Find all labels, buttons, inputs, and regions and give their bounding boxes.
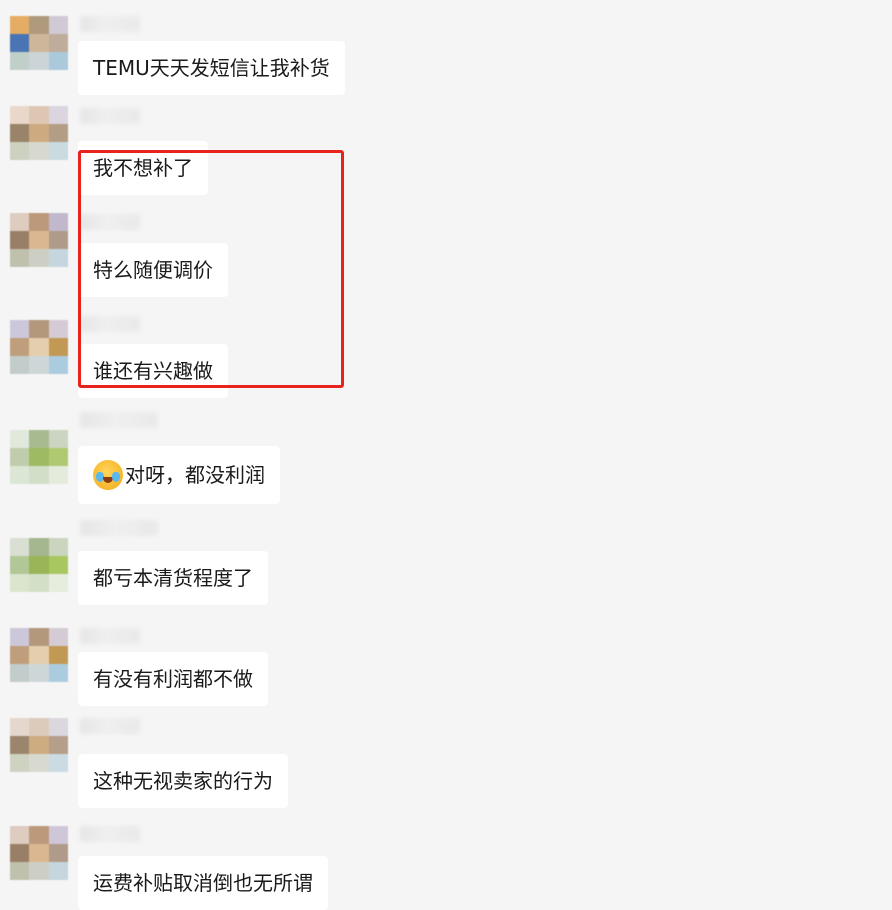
message-text: TEMU天天发短信让我补货 — [93, 56, 330, 80]
message-text: 谁还有兴趣做 — [93, 359, 213, 383]
message-bubble[interactable]: 特么随便调价 — [78, 243, 228, 297]
sender-name-blurred — [80, 520, 158, 536]
sender-name-blurred — [80, 718, 140, 734]
sender-name-blurred — [80, 628, 140, 644]
message-text: 特么随便调价 — [93, 258, 213, 282]
message-text: 我不想补了 — [93, 156, 193, 180]
sender-name-blurred — [80, 826, 140, 842]
message-text: 这种无视卖家的行为 — [93, 769, 273, 793]
message-bubble[interactable]: 运费补贴取消倒也无所谓 — [78, 856, 328, 910]
sender-name-blurred — [80, 108, 140, 124]
avatar[interactable] — [10, 628, 68, 682]
avatar[interactable] — [10, 538, 68, 592]
avatar[interactable] — [10, 718, 68, 772]
message-bubble[interactable]: TEMU天天发短信让我补货 — [78, 41, 345, 95]
message-text: 对呀，都没利润 — [125, 463, 265, 487]
avatar[interactable] — [10, 320, 68, 374]
message-text: 都亏本清货程度了 — [93, 566, 253, 590]
message-bubble[interactable]: 有没有利润都不做 — [78, 652, 268, 706]
avatar[interactable] — [10, 213, 68, 267]
laughing-crying-emoji-icon — [93, 459, 123, 490]
message-bubble[interactable]: 我不想补了 — [78, 141, 208, 195]
message-text: 运费补贴取消倒也无所谓 — [93, 871, 313, 895]
sender-name-blurred — [80, 16, 140, 32]
message-bubble[interactable]: 对呀，都没利润 — [78, 446, 280, 504]
avatar[interactable] — [10, 826, 68, 880]
message-bubble[interactable]: 谁还有兴趣做 — [78, 344, 228, 398]
avatar[interactable] — [10, 430, 68, 484]
message-bubble[interactable]: 这种无视卖家的行为 — [78, 754, 288, 808]
sender-name-blurred — [80, 412, 158, 428]
avatar[interactable] — [10, 16, 68, 70]
message-text: 有没有利润都不做 — [93, 667, 253, 691]
sender-name-blurred — [80, 316, 140, 332]
chat-message-list[interactable]: TEMU天天发短信让我补货 我不想补了 特么随便调价 谁还有兴趣做 对呀，都没利… — [0, 0, 892, 910]
message-bubble[interactable]: 都亏本清货程度了 — [78, 551, 268, 605]
avatar[interactable] — [10, 106, 68, 160]
sender-name-blurred — [80, 214, 140, 230]
